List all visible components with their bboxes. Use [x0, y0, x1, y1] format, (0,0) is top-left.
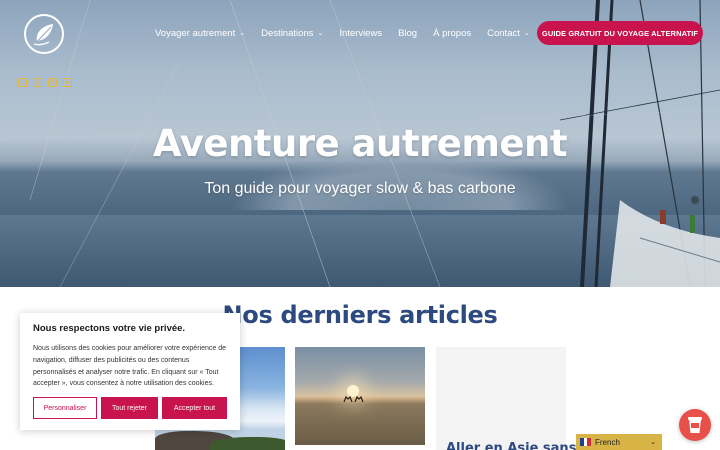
instagram-icon[interactable]: ○ — [18, 78, 27, 87]
hero-title: Aventure autrement — [152, 122, 568, 165]
nav-voyager-autrement[interactable]: Voyager autrement ⌄ — [155, 28, 245, 39]
nav-label: Destinations — [261, 28, 314, 39]
article-card-image-2[interactable] — [295, 347, 425, 445]
facebook-icon[interactable]: f — [48, 78, 57, 87]
french-flag-icon — [580, 438, 592, 446]
main-nav: Voyager autrement ⌄ Destinations ⌄ Inter… — [155, 28, 546, 39]
social-links: ○ p f ▶ — [18, 78, 72, 87]
hero-subtitle: Ton guide pour voyager slow & bas carbon… — [204, 180, 516, 197]
youtube-icon[interactable]: ▶ — [63, 78, 72, 87]
accept-all-button[interactable]: Accepter tout — [162, 397, 227, 419]
nav-label: Blog — [398, 28, 418, 39]
nav-label: Voyager autrement — [155, 28, 236, 39]
cup-icon — [688, 417, 702, 433]
camel-riders-icon — [343, 395, 364, 402]
free-guide-button[interactable]: GUIDE GRATUIT DU VOYAGE ALTERNATIF — [537, 21, 703, 45]
bush-shape — [210, 437, 285, 450]
nav-blog[interactable]: Blog — [398, 28, 417, 39]
site-logo[interactable] — [24, 14, 64, 54]
cookie-buttons: Personnaliser Tout rejeter Accepter tout — [33, 397, 227, 419]
article-card-3[interactable] — [436, 347, 566, 450]
language-label: French — [595, 437, 620, 447]
nav-label: Contact — [487, 28, 520, 39]
cookie-title: Nous respectons votre vie privée. — [33, 323, 186, 334]
nav-label: Interviews — [339, 28, 383, 39]
leaf-logo-icon — [33, 24, 53, 46]
nav-interviews[interactable]: Interviews — [339, 28, 382, 39]
pinterest-icon[interactable]: p — [33, 78, 42, 87]
cookie-consent-banner: Nous respectons votre vie privée. Nous u… — [20, 313, 240, 430]
reject-all-button[interactable]: Tout rejeter — [101, 397, 158, 419]
language-selector[interactable]: French ⌄ — [576, 434, 662, 450]
nav-label: À propos — [433, 28, 472, 39]
chevron-down-icon: ⌄ — [650, 439, 656, 446]
chevron-down-icon: ⌄ — [523, 29, 530, 37]
nav-a-propos[interactable]: À propos — [433, 28, 471, 39]
nav-contact[interactable]: Contact ⌄ — [487, 28, 530, 39]
chevron-down-icon: ⌄ — [317, 29, 324, 37]
customize-button[interactable]: Personnaliser — [33, 397, 97, 419]
chevron-down-icon: ⌄ — [239, 29, 246, 37]
cookie-text: Nous utilisons des cookies pour améliore… — [33, 345, 226, 388]
nav-destinations[interactable]: Destinations ⌄ — [261, 28, 323, 39]
coffee-cup-button[interactable] — [679, 409, 711, 441]
article-card-3-title[interactable]: Aller en Asie sans — [446, 441, 576, 450]
